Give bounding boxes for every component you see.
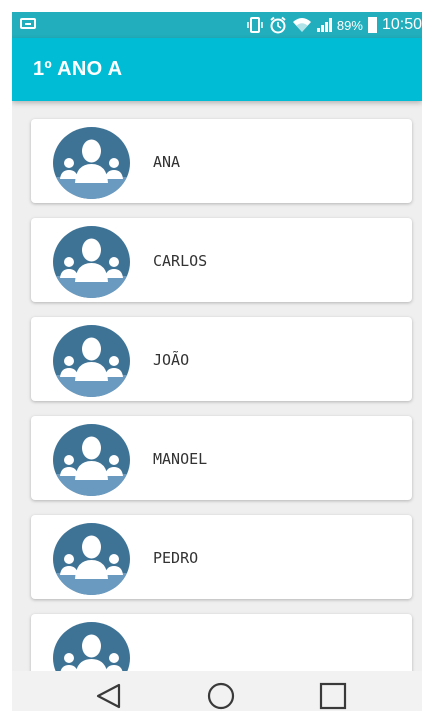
wifi-icon: [292, 18, 311, 32]
navigation-bar: [12, 671, 422, 711]
vibrate-icon: [247, 17, 263, 33]
student-card-manoel[interactable]: MANOEL: [31, 416, 412, 500]
student-card-carlos[interactable]: CARLOS: [31, 218, 412, 302]
group-avatar-icon: [53, 226, 130, 298]
group-avatar-icon: [53, 127, 130, 199]
student-name: CARLOS: [153, 252, 208, 270]
group-avatar-icon: [53, 622, 130, 671]
student-name: MANOEL: [153, 450, 208, 468]
voicemail-icon: [20, 18, 36, 29]
page-title: 1º ANO A: [33, 58, 123, 80]
student-card-joao[interactable]: JOÃO: [31, 317, 412, 401]
group-avatar-icon: [53, 325, 130, 397]
battery-percent: 89%: [336, 17, 363, 33]
student-list[interactable]: ANA CARLOS JOÃO MANOEL PEDRO: [12, 101, 422, 671]
signal-icon: [316, 18, 332, 32]
back-icon[interactable]: [94, 681, 124, 711]
student-name: JOÃO: [153, 351, 190, 369]
phone-screen: 89% 10:50 1º ANO A ANA CARLOS JOÃO MANOE…: [12, 12, 422, 711]
alarm-icon: [270, 16, 286, 34]
clock: 10:50: [381, 16, 422, 33]
student-card-partial[interactable]: [31, 614, 412, 671]
app-bar: 1º ANO A: [12, 38, 422, 101]
group-avatar-icon: [53, 523, 130, 595]
home-icon[interactable]: [206, 681, 236, 711]
student-card-pedro[interactable]: PEDRO: [31, 515, 412, 599]
student-name: PEDRO: [153, 549, 199, 567]
battery-icon: [367, 17, 377, 33]
student-name: ANA: [153, 153, 181, 171]
recents-icon[interactable]: [318, 681, 348, 711]
group-avatar-icon: [53, 424, 130, 496]
student-card-ana[interactable]: ANA: [31, 119, 412, 203]
status-bar: 89% 10:50: [12, 12, 422, 38]
